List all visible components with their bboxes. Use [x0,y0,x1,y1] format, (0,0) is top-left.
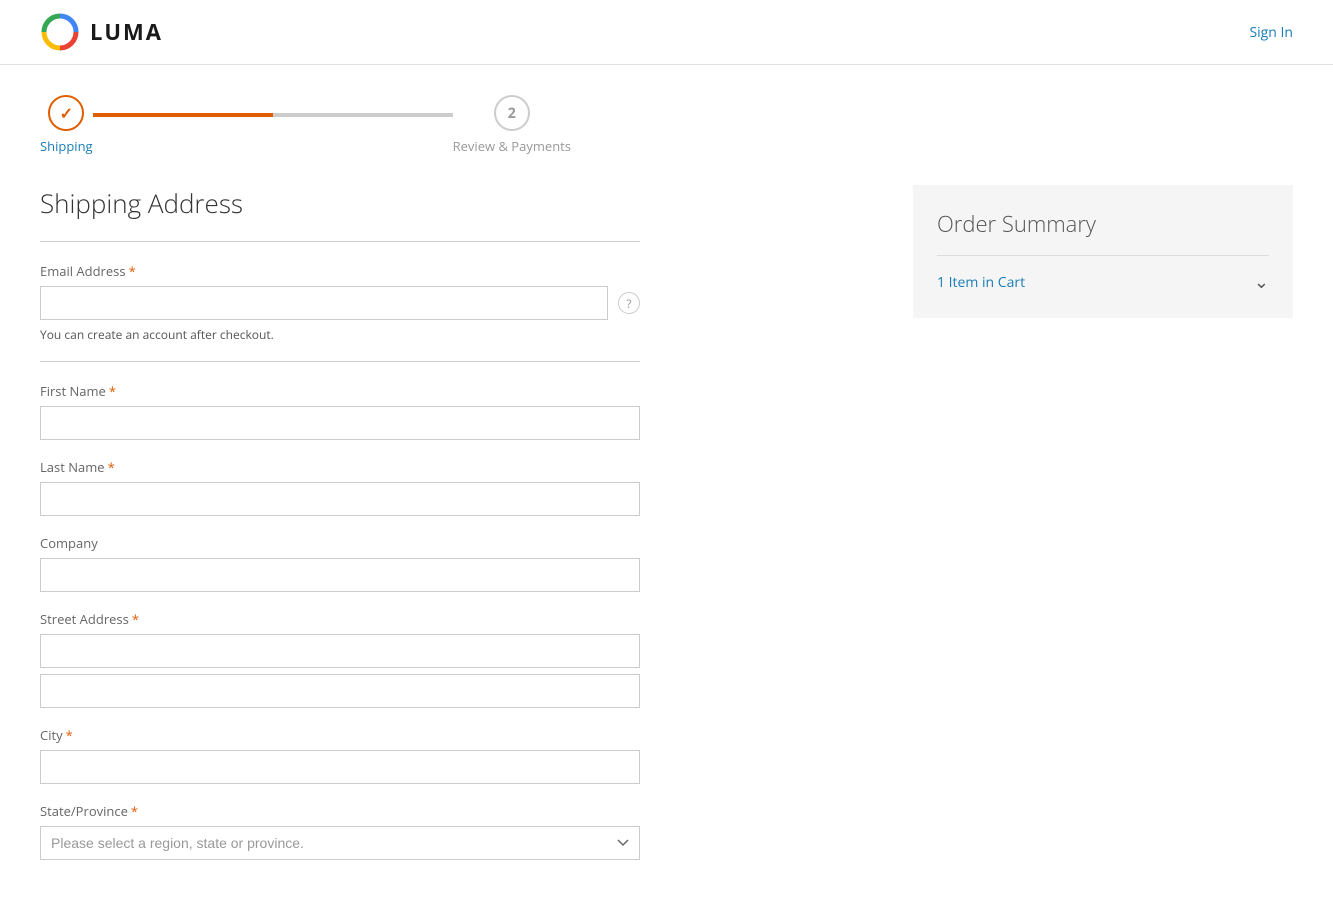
firstname-required: * [109,382,116,400]
email-row: ? [40,286,640,320]
street-label: Street Address* [40,610,640,628]
email-required: * [129,262,136,280]
company-input[interactable] [40,558,640,592]
checkmark-icon: ✓ [60,102,73,124]
step-2-wrapper: 2 Review & Payments [453,95,571,155]
company-group: Company [40,534,640,592]
cart-row: 1 Item in Cart ⌄ [937,270,1269,294]
sign-in-link[interactable]: Sign In [1249,23,1293,42]
lastname-input[interactable] [40,482,640,516]
state-select[interactable]: Please select a region, state or provinc… [40,826,640,860]
page-title: Shipping Address [40,185,640,221]
street-required: * [132,610,139,628]
firstname-input[interactable] [40,406,640,440]
email-label: Email Address* [40,262,640,280]
logo: LUMA [40,12,163,52]
help-icon[interactable]: ? [618,292,640,314]
firstname-group: First Name* [40,382,640,440]
step-2-number: 2 [508,104,516,123]
email-group: Email Address* ? You can create an accou… [40,262,640,343]
connector-empty [273,113,453,117]
city-label: City* [40,726,640,744]
chevron-down-icon[interactable]: ⌄ [1254,270,1269,294]
state-label: State/Province* [40,802,640,820]
cart-label[interactable]: 1 Item in Cart [937,273,1025,292]
sidebar-section: Order Summary 1 Item in Cart ⌄ [913,185,1293,878]
email-input[interactable] [40,286,608,320]
step-1-wrapper: ✓ Shipping [40,95,93,155]
progress-track: ✓ Shipping 2 Review & Payments [40,95,571,155]
site-header: LUMA Sign In [0,0,1333,65]
street-input-2[interactable] [40,674,640,708]
city-group: City* [40,726,640,784]
email-divider [40,361,640,362]
order-summary-title: Order Summary [937,209,1269,239]
city-input[interactable] [40,750,640,784]
progress-bar: ✓ Shipping 2 Review & Payments [0,65,1333,165]
order-summary-box: Order Summary 1 Item in Cart ⌄ [913,185,1293,318]
form-section: Shipping Address Email Address* ? You ca… [40,185,640,878]
lastname-group: Last Name* [40,458,640,516]
street-group: Street Address* [40,610,640,708]
street-input-1[interactable] [40,634,640,668]
city-required: * [66,726,73,744]
checkout-hint: You can create an account after checkout… [40,326,640,343]
logo-icon [40,12,80,52]
step-1-label: Shipping [40,137,93,155]
state-required: * [131,802,138,820]
connector-filled [93,113,273,117]
step-1-circle: ✓ [48,95,84,131]
email-input-wrap [40,286,608,320]
step-2-circle: 2 [494,95,530,131]
logo-text: LUMA [90,17,163,47]
lastname-required: * [108,458,115,476]
company-label: Company [40,534,640,552]
lastname-label: Last Name* [40,458,640,476]
firstname-label: First Name* [40,382,640,400]
order-summary-divider [937,255,1269,256]
state-group: State/Province* Please select a region, … [40,802,640,860]
title-divider [40,241,640,242]
step-2-label: Review & Payments [453,137,571,155]
main-content: Shipping Address Email Address* ? You ca… [0,165,1333,898]
